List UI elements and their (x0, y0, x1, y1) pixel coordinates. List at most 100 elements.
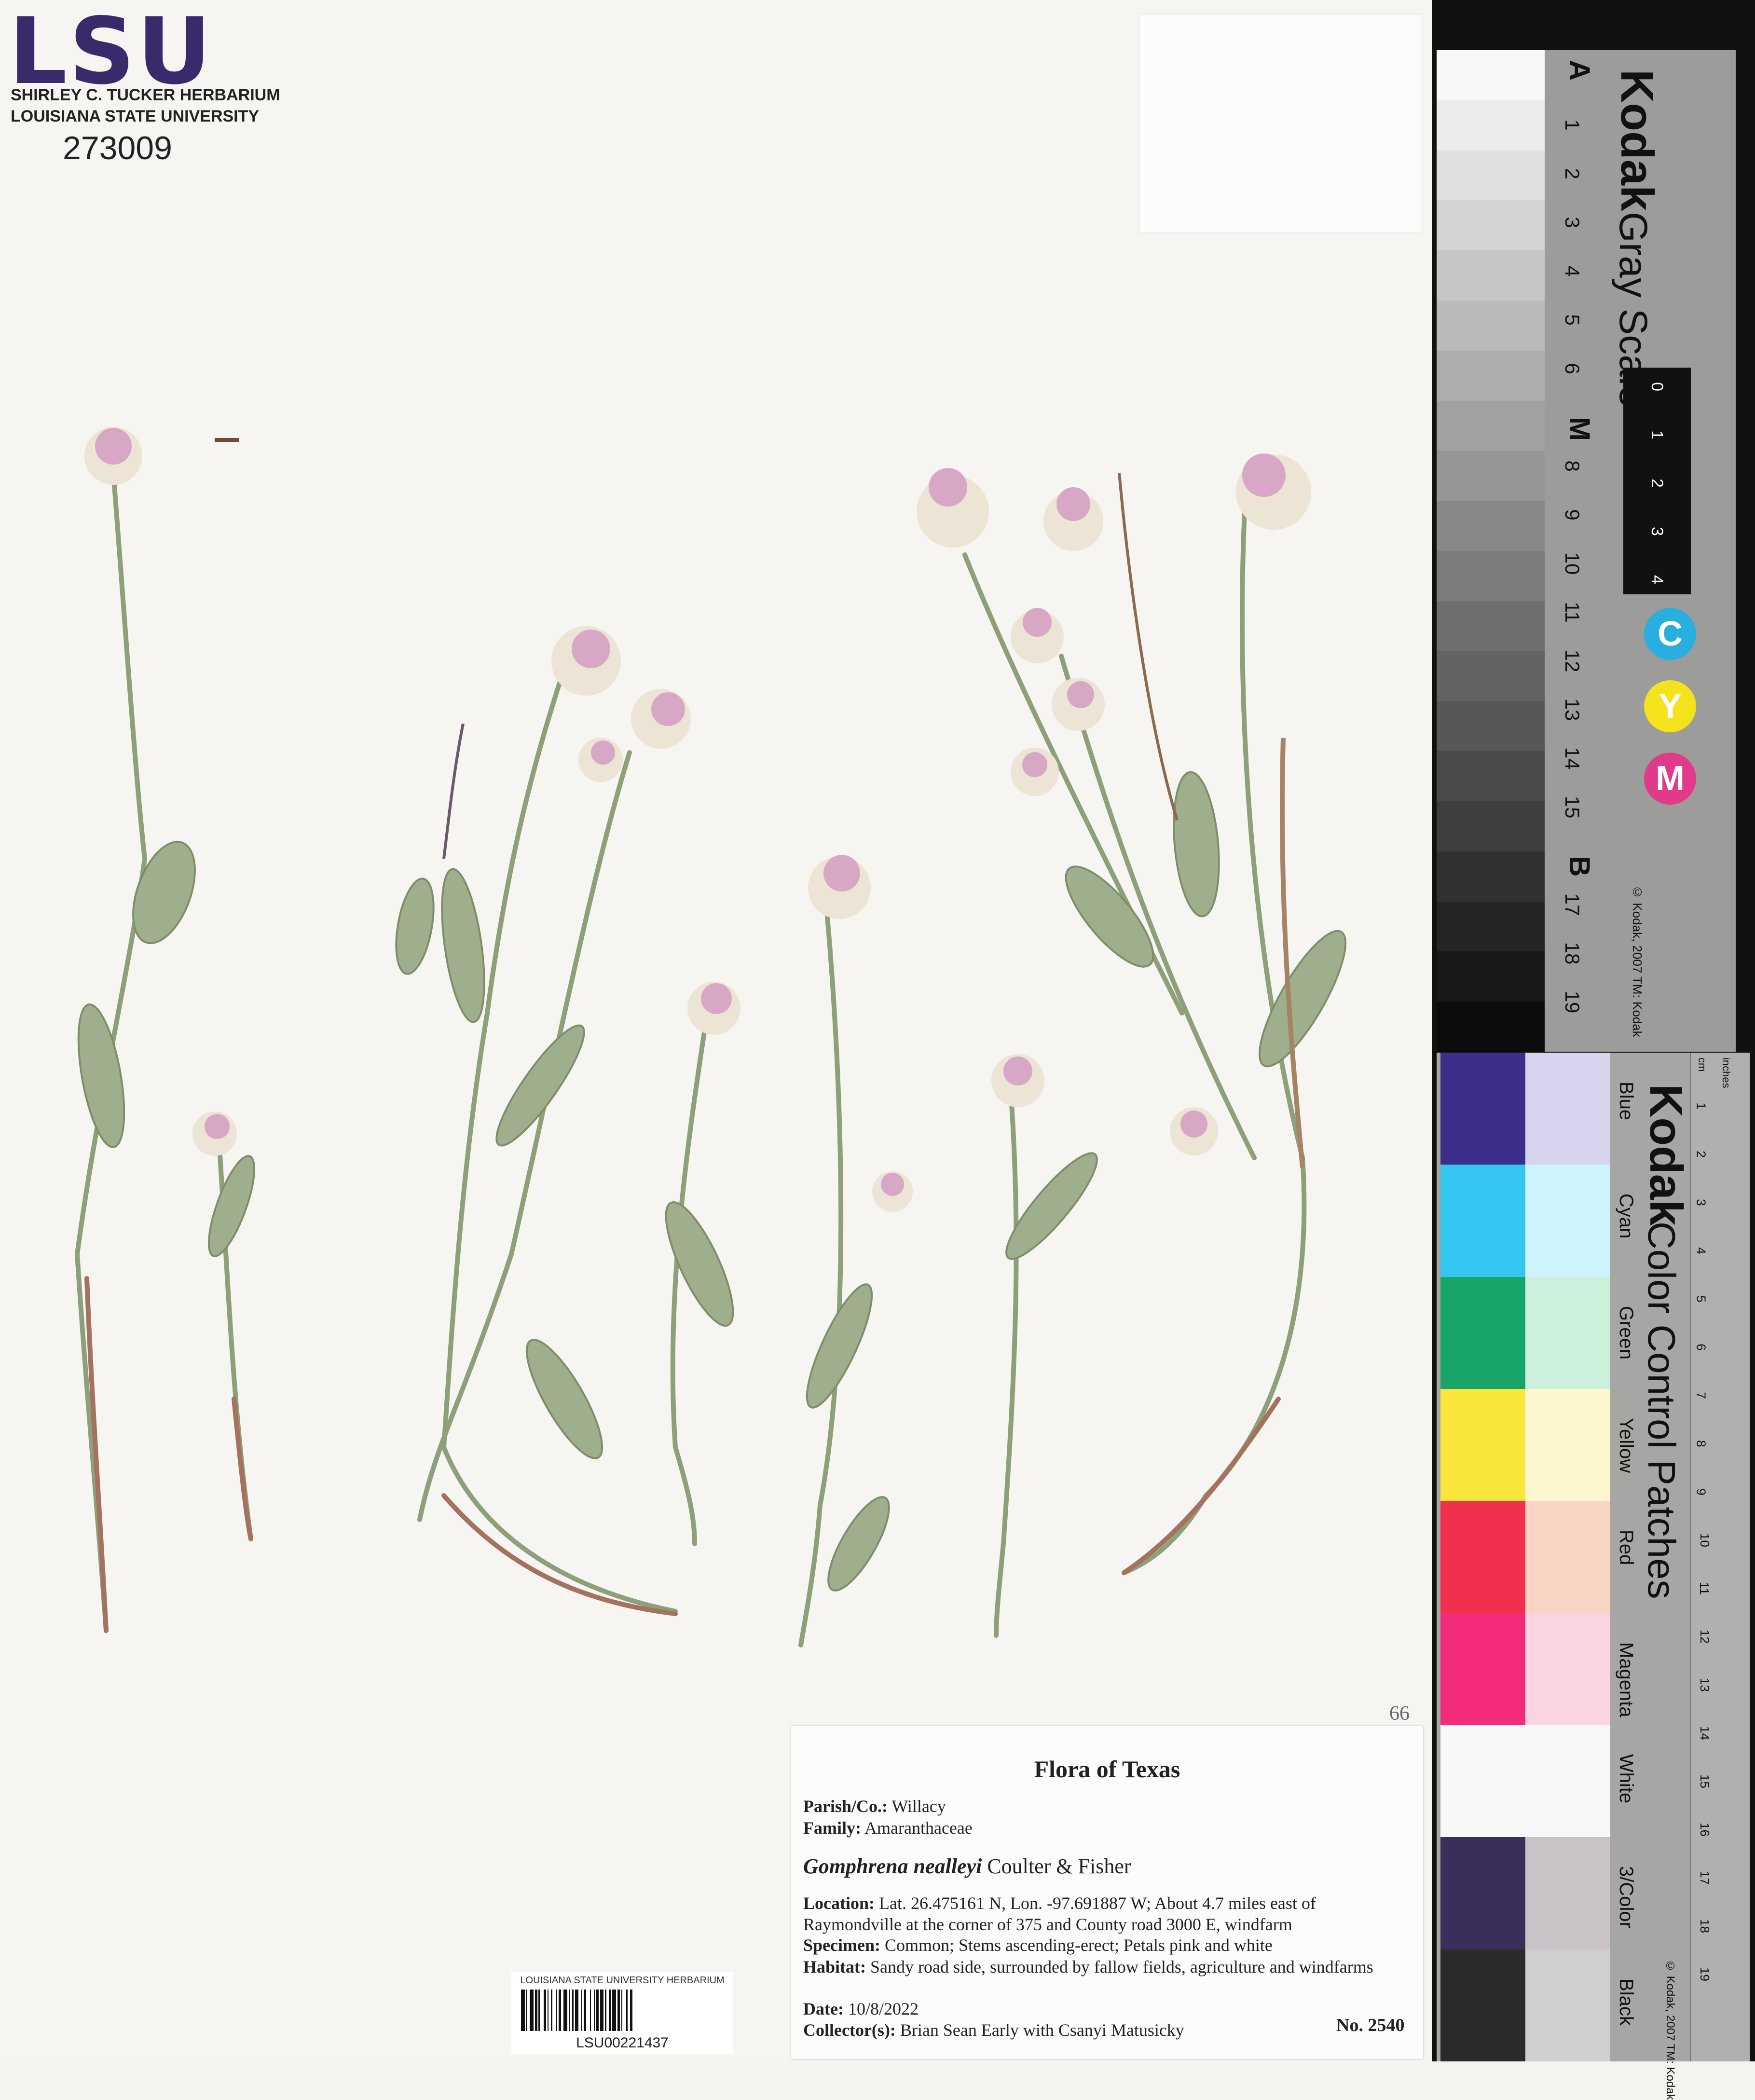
gray-patch (1437, 951, 1545, 1002)
gray-scale-number: 14 (1561, 747, 1584, 770)
barcode (521, 1990, 724, 2031)
color-patch-3-color-light (1525, 1837, 1610, 1949)
flower-head (917, 468, 989, 548)
gray-scale-card: Kodak Gray Scale A M B 1 2 3 4 5 6 8 9 10 11 12 13 1… (1437, 50, 1736, 1052)
color-patch-3-color-dark (1440, 1837, 1525, 1949)
flower-head (84, 427, 142, 485)
color-patch-label: Red (1616, 1530, 1637, 1565)
gray-scale-number: 9 (1561, 509, 1584, 521)
ruler-number: 3 (1647, 527, 1666, 536)
ruler-number: 19 (1697, 1967, 1712, 1981)
label-title: Flora of Texas (1034, 1756, 1180, 1783)
gray-copyright: © Kodak, 2007 TM: Kodak (1630, 885, 1645, 1037)
gray-patch (1437, 301, 1545, 351)
stem (441, 673, 678, 1614)
ruler-number: 1 (1694, 1102, 1709, 1110)
color-patch-white-light (1525, 1725, 1610, 1838)
color-patch-blue-dark (1440, 1053, 1525, 1165)
flower-head (551, 626, 621, 696)
flower-head (808, 855, 871, 919)
ruler-number: 7 (1694, 1392, 1709, 1399)
color-control-title: Color Control Patches (1640, 1222, 1683, 1599)
gray-patch (1437, 601, 1545, 652)
gray-scale-number: 3 (1561, 217, 1584, 228)
color-patch-cyan-light (1525, 1165, 1610, 1277)
gray-scale-number: 8 (1561, 460, 1584, 472)
color-patch-label: Black (1616, 1978, 1637, 2026)
ruler-number: 6 (1694, 1344, 1709, 1351)
color-patch-red-light (1525, 1501, 1610, 1613)
ruler-number: 2 (1694, 1151, 1709, 1158)
gray-patch (1437, 801, 1545, 852)
gray-patch (1437, 901, 1545, 952)
gray-scale-number: 4 (1561, 265, 1584, 277)
gray-scale-number: 2 (1561, 168, 1584, 179)
gray-scale-number: 5 (1561, 314, 1584, 326)
color-patch-yellow-light (1525, 1389, 1610, 1501)
gray-scale-number: 10 (1561, 552, 1584, 575)
gray-scale-number: 1 (1561, 119, 1584, 131)
barcode-bar (575, 1990, 579, 2031)
color-patch-label: White (1616, 1754, 1637, 1804)
barcode-bar (563, 1990, 568, 2031)
color-control-card: Blue Cyan Green Yellow Red Magenta White 3/Colo… (1437, 1053, 1750, 2100)
ruler-number: 8 (1694, 1440, 1709, 1447)
color-patch-magenta-light (1525, 1613, 1610, 1725)
gray-patch (1437, 701, 1545, 752)
color-patch-blue-light (1525, 1053, 1610, 1165)
color-patch-label: Green (1616, 1305, 1637, 1359)
cmy-dot-c: C (1644, 608, 1696, 660)
gray-patch (1437, 651, 1545, 702)
ruler-number: 4 (1647, 575, 1666, 584)
ruler-unit-inches: inches (1720, 1057, 1732, 1088)
color-patch-label: Cyan (1616, 1194, 1637, 1239)
stem (994, 1088, 1019, 1638)
ruler-number: 12 (1697, 1630, 1712, 1644)
flower-head (1043, 487, 1103, 551)
cm-ruler: 0 1 2 3 4 (1623, 368, 1691, 594)
gray-scale-number: 11 (1561, 602, 1584, 623)
pencil-note: 66 (1389, 1702, 1410, 1725)
ruler-number: 14 (1697, 1726, 1712, 1740)
flower-head (1236, 453, 1311, 530)
ruler-number: 17 (1697, 1871, 1712, 1885)
letter-m: M (1563, 417, 1596, 441)
gray-scale-number: 18 (1561, 942, 1584, 965)
kodak-brand: Kodak (1611, 69, 1663, 211)
specimen-row: Specimen: Common; Stems ascending-erect;… (803, 1935, 1273, 1955)
parish-row: Parish/Co.: Willacy (803, 1797, 946, 1816)
gray-patch (1437, 100, 1545, 151)
ruler-number: 5 (1694, 1295, 1709, 1303)
color-patch-white-dark (1440, 1725, 1525, 1838)
flower-head (991, 1054, 1044, 1107)
gray-scale-number: 19 (1561, 990, 1584, 1014)
flower-head (1052, 678, 1105, 731)
gray-scale-number: 17 (1561, 893, 1584, 916)
ruler-number: 18 (1697, 1919, 1712, 1933)
kodak-brand-2: Kodak (1640, 1084, 1692, 1226)
gray-patch (1437, 451, 1545, 502)
flower-head (192, 1112, 237, 1156)
gray-patch (1437, 851, 1545, 902)
ruler-number: 0 (1647, 382, 1666, 391)
flower-head (578, 738, 623, 782)
cmy-dot-m: M (1644, 753, 1696, 805)
barcode-bar (612, 1990, 617, 2031)
barcode-bar (521, 1990, 525, 2031)
flower-head (1011, 748, 1059, 796)
date-row: Date: 10/8/2022 (803, 1999, 919, 2018)
color-patch-red-dark (1440, 1501, 1525, 1613)
gray-scale-number: 15 (1561, 796, 1584, 819)
color-patch-label: Blue (1616, 1082, 1637, 1121)
color-patch-green-dark (1440, 1276, 1525, 1389)
flower-head (1011, 608, 1064, 663)
color-patch-black-dark (1440, 1949, 1525, 2061)
specimen-label: Flora of Texas Parish/Co.: Willacy Famil… (791, 1726, 1423, 2059)
ruler-number: 3 (1694, 1199, 1709, 1206)
color-patch-magenta-dark (1440, 1613, 1525, 1725)
barcode-bar (632, 1990, 634, 2031)
gray-patch (1437, 400, 1545, 452)
location-row: Location: Lat. 26.475161 N, Lon. -97.691… (803, 1894, 1316, 1934)
gray-scale-number: 13 (1561, 698, 1584, 721)
gray-patch (1437, 150, 1545, 201)
